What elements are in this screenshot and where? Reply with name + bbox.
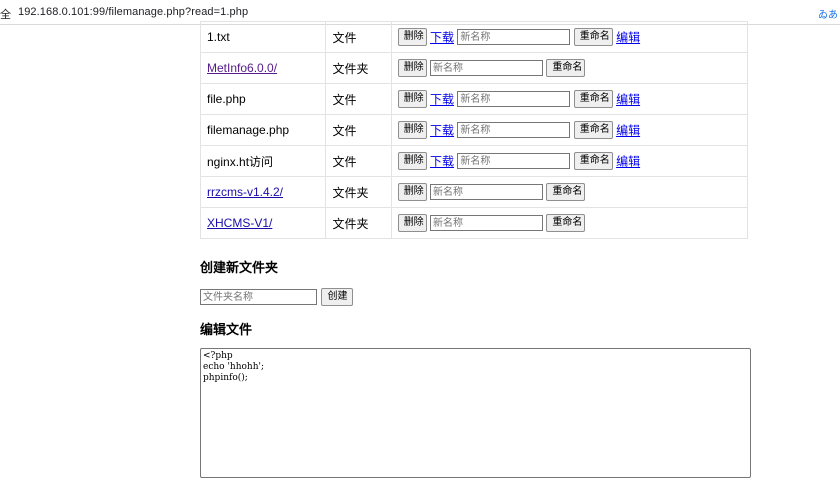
file-actions-cell: 删除 下载 重命名 编辑 xyxy=(390,21,749,53)
file-row: file.php 文件删除 下载 重命名 编辑 xyxy=(199,83,749,115)
file-actions-cell: 删除 重命名 xyxy=(390,52,749,84)
file-type-cell: 文件 xyxy=(325,114,392,146)
folder-link[interactable]: rrzcms-v1.4.2/ xyxy=(207,185,283,199)
delete-button[interactable]: 删除 xyxy=(397,183,427,201)
rename-button[interactable]: 重命名 xyxy=(573,121,613,139)
delete-button[interactable]: 删除 xyxy=(397,28,427,46)
file-actions-cell: 删除 下载 重命名 编辑 xyxy=(390,114,749,146)
file-row: rrzcms-v1.4.2/文件夹删除 重命名 xyxy=(199,176,749,208)
new-name-input[interactable] xyxy=(457,153,571,169)
address-bar-left-fragment: 全 xyxy=(0,9,11,21)
rename-button[interactable]: 重命名 xyxy=(546,183,586,201)
new-name-input[interactable] xyxy=(430,60,544,76)
download-link[interactable]: 下载 xyxy=(430,31,454,45)
delete-button[interactable]: 删除 xyxy=(397,152,427,170)
create-folder-heading: 创建新文件夹 xyxy=(200,260,279,275)
file-type-cell: 文件夹 xyxy=(325,176,392,208)
new-name-input[interactable] xyxy=(430,184,544,200)
download-link[interactable]: 下载 xyxy=(430,155,454,169)
file-row: nginx.ht访问 文件删除 下载 重命名 编辑 xyxy=(199,145,749,177)
file-name: nginx.ht访问 xyxy=(207,154,274,169)
file-name-cell: XHCMS-V1/ xyxy=(199,207,327,239)
url-text[interactable]: 192.168.0.101:99/filemanage.php?read=1.p… xyxy=(18,6,248,18)
rename-button[interactable]: 重命名 xyxy=(546,214,586,232)
file-row: MetInfo6.0.0/文件夹删除 重命名 xyxy=(199,52,749,84)
rename-button[interactable]: 重命名 xyxy=(573,152,613,170)
create-folder-button[interactable]: 创建 xyxy=(321,288,354,306)
file-name: 1.txt xyxy=(207,30,230,44)
delete-button[interactable]: 删除 xyxy=(397,59,427,77)
folder-link[interactable]: XHCMS-V1/ xyxy=(207,216,272,230)
edit-link[interactable]: 编辑 xyxy=(616,124,640,138)
new-name-input[interactable] xyxy=(457,122,571,138)
download-link[interactable]: 下载 xyxy=(430,124,454,138)
folder-name-input[interactable] xyxy=(200,289,317,305)
delete-button[interactable]: 删除 xyxy=(397,121,427,139)
file-row: filemanage.php 文件删除 下载 重命名 编辑 xyxy=(199,114,749,146)
file-actions-cell: 删除 下载 重命名 编辑 xyxy=(390,83,749,115)
file-actions-cell: 删除 重命名 xyxy=(390,207,749,239)
file-name: filemanage.php xyxy=(207,123,290,137)
edit-link[interactable]: 编辑 xyxy=(616,155,640,169)
new-name-input[interactable] xyxy=(457,29,571,45)
rename-button[interactable]: 重命名 xyxy=(573,28,613,46)
edit-link[interactable]: 编辑 xyxy=(616,31,640,45)
file-type-cell: 文件夹 xyxy=(325,207,392,239)
file-name-cell: file.php xyxy=(199,83,327,115)
new-name-input[interactable] xyxy=(430,215,544,231)
folder-link[interactable]: MetInfo6.0.0/ xyxy=(207,61,277,75)
file-name-cell: 1.txt xyxy=(199,21,327,53)
toolbar-right-fragment[interactable]: ゐあ xyxy=(818,6,838,21)
delete-button[interactable]: 删除 xyxy=(397,90,427,108)
file-type-cell: 文件 xyxy=(325,83,392,115)
file-name-cell: filemanage.php xyxy=(199,114,327,146)
edit-link[interactable]: 编辑 xyxy=(616,93,640,107)
file-name-cell: rrzcms-v1.4.2/ xyxy=(199,176,327,208)
file-name-cell: MetInfo6.0.0/ xyxy=(199,52,327,84)
download-link[interactable]: 下载 xyxy=(430,93,454,107)
edit-file-heading: 编辑文件 xyxy=(200,322,253,337)
new-name-input[interactable] xyxy=(457,91,571,107)
rename-button[interactable]: 重命名 xyxy=(546,59,586,77)
file-type-cell: 文件夹 xyxy=(325,52,392,84)
delete-button[interactable]: 删除 xyxy=(397,214,427,232)
file-type-cell: 文件 xyxy=(325,145,392,177)
file-type-cell: 文件 xyxy=(325,21,392,53)
file-actions-cell: 删除 下载 重命名 编辑 xyxy=(390,145,749,177)
file-content-editor[interactable]: <?php echo 'hhohh'; phpinfo(); xyxy=(200,348,751,478)
file-list-table: 1.txt文件删除 下载 重命名 编辑MetInfo6.0.0/文件夹删除 重命… xyxy=(199,21,749,239)
rename-button[interactable]: 重命名 xyxy=(573,90,613,108)
file-actions-cell: 删除 重命名 xyxy=(390,176,749,208)
file-name: file.php xyxy=(207,92,246,106)
file-name-cell: nginx.ht访问 xyxy=(199,145,327,177)
file-row: 1.txt 文件删除 下载 重命名 编辑 xyxy=(199,21,749,53)
file-row: XHCMS-V1/文件夹删除 重命名 xyxy=(199,207,749,239)
create-folder-form: 创建 xyxy=(200,288,354,306)
